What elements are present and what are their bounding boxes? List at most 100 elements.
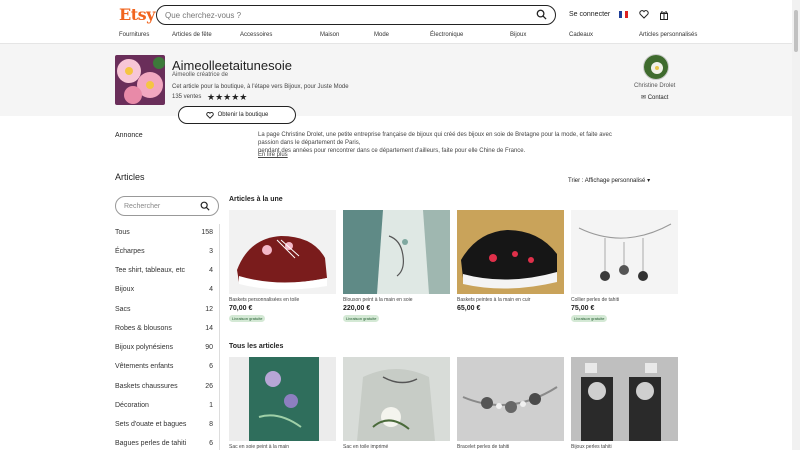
product-title[interactable]: Sac en soie peint à la main — [229, 444, 334, 450]
search-icon[interactable] — [536, 9, 547, 20]
sidebar-item-count: 26 — [205, 383, 213, 390]
search-input[interactable]: Que cherchez-vous ? — [156, 5, 556, 25]
product-image[interactable] — [457, 210, 564, 294]
sidebar-item-label: Bagues perles de tahiti — [115, 440, 187, 447]
follow-shop-button[interactable]: Obtenir la boutique — [178, 106, 296, 124]
shop-location: Cet article pour la boutique, à l'étape … — [172, 84, 349, 90]
product-price: 75,00 € — [571, 305, 595, 312]
sidebar-item[interactable]: Tee shirt, tableaux, etc 4 — [115, 267, 213, 274]
product-title[interactable]: Bijoux perles tahiti — [571, 444, 676, 450]
cat-item[interactable]: Électronique — [430, 32, 463, 38]
product-image[interactable] — [343, 210, 450, 294]
follow-shop-label: Obtenir la boutique — [217, 112, 269, 118]
signin-link[interactable]: Se connecter — [569, 11, 610, 18]
sidebar-item[interactable]: Écharpes 3 — [115, 248, 213, 255]
product-title[interactable]: Bracelet perles de tahiti — [457, 444, 562, 450]
contact-button[interactable]: ✉ Contact — [641, 94, 668, 101]
articles-heading: Articles — [115, 172, 145, 182]
sidebar-item-count: 4 — [209, 286, 213, 293]
sidebar-item-count: 4 — [209, 267, 213, 274]
announcement-line: pendant des années pour rencontrer dans … — [258, 148, 526, 154]
sidebar-item[interactable]: Robes & blousons 14 — [115, 325, 213, 332]
search-icon[interactable] — [200, 201, 210, 211]
cat-item[interactable]: Mode — [374, 32, 389, 38]
sidebar-item[interactable]: Bijoux polynésiens 90 — [115, 344, 213, 351]
cat-item[interactable]: Fournitures — [119, 32, 149, 38]
heart-icon[interactable] — [638, 9, 649, 20]
cat-item[interactable]: Cadeaux — [569, 32, 593, 38]
etsy-shop-page: Etsy Que cherchez-vous ? Se connecter Fo… — [0, 0, 800, 450]
announcement-label: Annonce — [115, 132, 143, 139]
rating-stars: ★★★★★ — [207, 92, 248, 102]
product-title[interactable]: Blouson peint à la main en soie — [343, 297, 448, 303]
sidebar-item-label: Robes & blousons — [115, 325, 172, 332]
heart-icon — [205, 111, 214, 119]
shop-logo-image[interactable] — [115, 55, 165, 105]
flag-fr-icon[interactable] — [618, 9, 629, 20]
owner-name[interactable]: Christine Drolet — [634, 83, 675, 89]
sidebar-item[interactable]: Décoration 1 — [115, 402, 213, 409]
sidebar-item[interactable]: Vêtements enfants 6 — [115, 363, 213, 370]
etsy-logo[interactable]: Etsy — [119, 5, 155, 24]
sidebar-item-label: Tous — [115, 229, 130, 236]
product-title[interactable]: Sac en toile imprimé — [343, 444, 448, 450]
sidebar-item-count: 3 — [209, 248, 213, 255]
sidebar-item[interactable]: Sets d'ouate et bagues 8 — [115, 421, 213, 428]
shop-name: Aimeolleetaitunesoie — [172, 58, 292, 73]
cat-item[interactable]: Accessoires — [240, 32, 272, 38]
product-image[interactable] — [457, 357, 564, 441]
sidebar-item-label: Sacs — [115, 306, 131, 313]
sidebar-item-count: 8 — [209, 421, 213, 428]
read-more-link[interactable]: En lire plus — [258, 152, 288, 158]
sidebar-item[interactable]: Bijoux 4 — [115, 286, 213, 293]
product-title[interactable]: Baskets personnalisées en toile — [229, 297, 334, 303]
sidebar-divider — [219, 224, 220, 450]
free-shipping-badge: Livraison gratuite — [343, 315, 380, 322]
category-nav: Fournitures Articles de fête Accessoires… — [0, 30, 792, 44]
sidebar-item-count: 6 — [209, 440, 213, 447]
sidebar-item-count: 6 — [209, 363, 213, 370]
free-shipping-badge: Livraison gratuite — [571, 315, 608, 322]
product-title[interactable]: Baskets peintes à la main en cuir — [457, 297, 562, 303]
gift-icon[interactable] — [658, 9, 669, 20]
shop-sales-count: 135 ventes — [172, 94, 202, 100]
cat-item[interactable]: Articles de fête — [172, 32, 212, 38]
product-image[interactable] — [343, 357, 450, 441]
page-scrollbar[interactable] — [792, 0, 800, 450]
sort-dropdown[interactable]: Trier : Affichage personnalisé ▾ — [568, 177, 650, 184]
sidebar-item-count: 1 — [209, 402, 213, 409]
sidebar-item[interactable]: Bagues perles de tahiti 6 — [115, 440, 213, 447]
chevron-down-icon: ▾ — [647, 178, 651, 184]
featured-heading: Articles à la une — [229, 196, 283, 203]
announcement-line: La page Christine Drolet, une petite ent… — [258, 132, 612, 146]
mail-icon: ✉ — [641, 95, 647, 101]
sidebar-item-label: Écharpes — [115, 248, 145, 255]
product-image[interactable] — [571, 210, 678, 294]
sidebar-item-label: Vêtements enfants — [115, 363, 174, 370]
product-image[interactable] — [571, 357, 678, 441]
cat-item[interactable]: Articles personnalisés — [639, 32, 697, 38]
shop-search-placeholder: Rechercher — [124, 202, 161, 210]
cat-item[interactable]: Maison — [320, 32, 339, 38]
sidebar-item-label: Bijoux polynésiens — [115, 344, 173, 351]
owner-avatar[interactable] — [643, 54, 669, 80]
top-bar: Etsy Que cherchez-vous ? Se connecter — [0, 0, 792, 30]
sidebar-item[interactable]: Baskets chaussures 26 — [115, 383, 213, 390]
product-image[interactable] — [229, 210, 336, 294]
shop-subtitle: Aimeolle créatrice de — [172, 72, 229, 78]
product-price: 70,00 € — [229, 305, 253, 312]
scrollbar-thumb[interactable] — [794, 10, 798, 52]
product-image[interactable] — [229, 357, 336, 441]
shop-search-input[interactable]: Rechercher — [115, 196, 219, 216]
free-shipping-badge: Livraison gratuite — [229, 315, 266, 322]
sidebar-item-label: Tee shirt, tableaux, etc — [115, 267, 186, 274]
sidebar-item-label: Bijoux — [115, 286, 135, 293]
contact-label: Contact — [647, 95, 669, 101]
product-title[interactable]: Collier perles de tahiti — [571, 297, 676, 303]
sidebar-item[interactable]: Tous 158 — [115, 229, 213, 236]
sidebar-item[interactable]: Sacs 12 — [115, 306, 213, 313]
cat-item[interactable]: Bijoux — [510, 32, 526, 38]
sort-label: Trier : Affichage personnalisé — [568, 178, 646, 184]
sidebar-item-label: Sets d'ouate et bagues — [115, 421, 187, 428]
sidebar-item-count: 12 — [205, 306, 213, 313]
